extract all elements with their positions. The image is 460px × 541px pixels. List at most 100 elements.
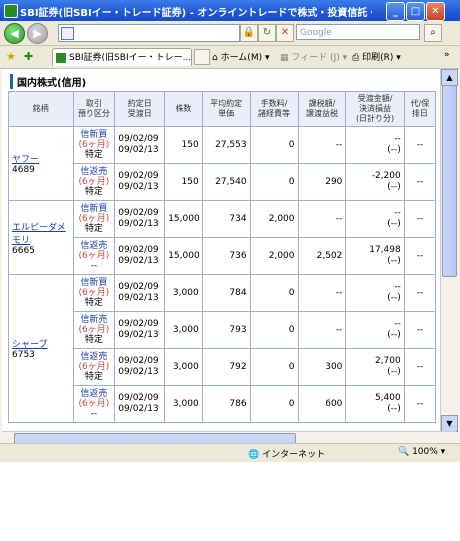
amount-cell: -- (--) — [345, 126, 405, 164]
trade-date: 09/02/09 — [118, 356, 159, 366]
tax-cell: -- — [297, 126, 347, 164]
add-favorite-icon[interactable]: ✚ — [24, 50, 33, 63]
table-row: ヤフー 4689 信新買 (6ヶ月) 特定 09/02/09 09/02/13 150 27,5… — [8, 126, 437, 201]
account-type: 特定 — [84, 298, 103, 308]
date-cell: 09/02/09 09/02/13 — [114, 126, 166, 164]
tax: 300 — [325, 362, 343, 372]
header-trade: 取引 預り区分 — [72, 91, 116, 127]
settle-amount: -- — [394, 319, 401, 329]
tab-label: SBI証券(旧SBIイー・トレー... — [69, 53, 192, 63]
avg-price: 736 — [229, 251, 247, 261]
settle-amount: -2,200 — [371, 171, 401, 181]
trade-cell: 信新買 (6ヶ月) 特定 — [72, 200, 116, 238]
price-cell: 792 — [201, 348, 251, 386]
address-bar[interactable] — [58, 24, 240, 42]
security-cell: シャープ 6753 — [8, 274, 74, 423]
search-input[interactable]: Google — [296, 24, 420, 40]
page-content: 国内株式(信用) 銘柄 取引 預り区分 約定日 受渡日 株数 平均約定 単価 手… — [2, 69, 440, 431]
zoom-level[interactable]: 🔍 100% ▾ — [398, 447, 445, 457]
title-bar[interactable]: SBI証券(旧SBIイー・トレード証券) - オンライントレードで株式・投資信託… — [0, 0, 460, 21]
minimize-button[interactable]: _ — [386, 2, 405, 21]
favorites-star-icon[interactable]: ★ — [6, 50, 16, 63]
trade-date: 09/02/09 — [118, 393, 159, 403]
blank-area — [0, 462, 460, 541]
home-button[interactable]: ⌂ ホーム(M) ▾ — [212, 50, 270, 63]
back-button[interactable]: ◀ — [4, 23, 25, 44]
tax: -- — [335, 214, 343, 224]
other-value: -- — [416, 251, 424, 261]
search-icon[interactable]: ⌕ — [424, 24, 442, 42]
trade-date: 09/02/09 — [118, 245, 159, 255]
security-code: 6753 — [12, 350, 35, 360]
date-cell: 09/02/09 09/02/13 — [114, 237, 166, 275]
account-type: -- — [90, 261, 98, 271]
other-value: -- — [416, 214, 424, 224]
other-value: -- — [416, 325, 424, 335]
price-cell: 793 — [201, 311, 251, 349]
settle-date: 09/02/13 — [118, 367, 159, 377]
other-cell: -- — [403, 274, 437, 312]
settle-amount: 2,700 — [374, 356, 401, 366]
security-name-link[interactable]: ヤフー — [12, 152, 70, 165]
new-tab-button[interactable] — [194, 49, 210, 65]
feed-button[interactable]: ▦ フィード (J) ▾ — [280, 50, 347, 63]
amount-cell: -- (--) — [345, 311, 405, 349]
other-cell: -- — [403, 348, 437, 386]
vertical-scroll-thumb[interactable] — [442, 85, 457, 277]
table-header-row: 銘柄 取引 預り区分 約定日 受渡日 株数 平均約定 単価 手数料/ 諸経費等 … — [8, 91, 437, 127]
tab-sbi[interactable]: SBI証券(旧SBIイー・トレー... — [52, 48, 192, 66]
stop-icon[interactable]: ✕ — [276, 24, 294, 42]
qty-cell: 150 — [164, 126, 203, 164]
scroll-up-icon[interactable]: ▲ — [441, 69, 458, 86]
trade-type: 信新買 — [80, 204, 108, 214]
qty-cell: 3,000 — [164, 311, 203, 349]
tax-cell: -- — [297, 274, 347, 312]
close-button[interactable]: ✕ — [426, 2, 445, 21]
other-value: -- — [416, 140, 424, 150]
maximize-button[interactable]: □ — [406, 2, 425, 21]
quantity: 3,000 — [172, 288, 199, 298]
settle-amount: 17,498 — [369, 245, 401, 255]
settle-amount: -- — [394, 134, 401, 144]
forward-button[interactable]: ▶ — [27, 23, 48, 44]
amount-cell: -- (--) — [345, 200, 405, 238]
print-button[interactable]: ⎙ 印刷(R) ▾ — [352, 50, 401, 63]
refresh-icon[interactable]: ↻ — [258, 24, 276, 42]
trade-type: 信新売 — [80, 315, 108, 325]
trade-cell: 信返売 (6ヶ月) 特定 — [72, 348, 116, 386]
avg-price: 784 — [229, 288, 247, 298]
fee: 2,000 — [268, 251, 295, 261]
security-name-link[interactable]: シャープ — [12, 337, 70, 350]
lock-icon[interactable]: 🔒 — [240, 24, 258, 42]
trade-period: (6ヶ月) — [78, 214, 110, 224]
trade-cell: 信新売 (6ヶ月) 特定 — [72, 311, 116, 349]
account-type: -- — [90, 409, 98, 419]
quantity: 3,000 — [172, 325, 199, 335]
navigation-bar: ◀ ▶ 🔒 ↻ ✕ Google ⌕ — [0, 21, 460, 46]
account-type: 特定 — [84, 150, 103, 160]
trade-type: 信返売 — [80, 241, 108, 251]
trade-date: 09/02/09 — [118, 319, 159, 329]
qty-cell: 15,000 — [164, 237, 203, 275]
scroll-down-icon[interactable]: ▼ — [441, 415, 458, 432]
other-cell: -- — [403, 200, 437, 238]
quantity: 150 — [181, 177, 199, 187]
quantity: 150 — [181, 140, 199, 150]
header-amount: 受渡金額/ 決済損益 (日計り分) — [345, 91, 405, 127]
amount-cell: -2,200 (--) — [345, 163, 405, 201]
trade-cell: 信返売 (6ヶ月) -- — [72, 385, 116, 423]
trade-cell: 信新買 (6ヶ月) 特定 — [72, 274, 116, 312]
fee: 0 — [288, 399, 295, 409]
day-trade-pl: (--) — [387, 367, 401, 377]
amount-cell: -- (--) — [345, 274, 405, 312]
date-cell: 09/02/09 09/02/13 — [114, 163, 166, 201]
security-name-link[interactable]: エルピーダメモリ — [12, 220, 70, 246]
security-cell: ヤフー 4689 — [8, 126, 74, 201]
tab-bar: ★ ✚ SBI証券(旧SBIイー・トレー... ⌂ ホーム(M) ▾ ▦ フィー… — [0, 46, 460, 69]
trade-date: 09/02/09 — [118, 282, 159, 292]
other-value: -- — [416, 288, 424, 298]
date-cell: 09/02/09 09/02/13 — [114, 385, 166, 423]
tax-cell: -- — [297, 311, 347, 349]
more-chevron-icon[interactable]: » — [444, 50, 450, 60]
vertical-scrollbar[interactable]: ▲ ▼ — [440, 69, 458, 432]
